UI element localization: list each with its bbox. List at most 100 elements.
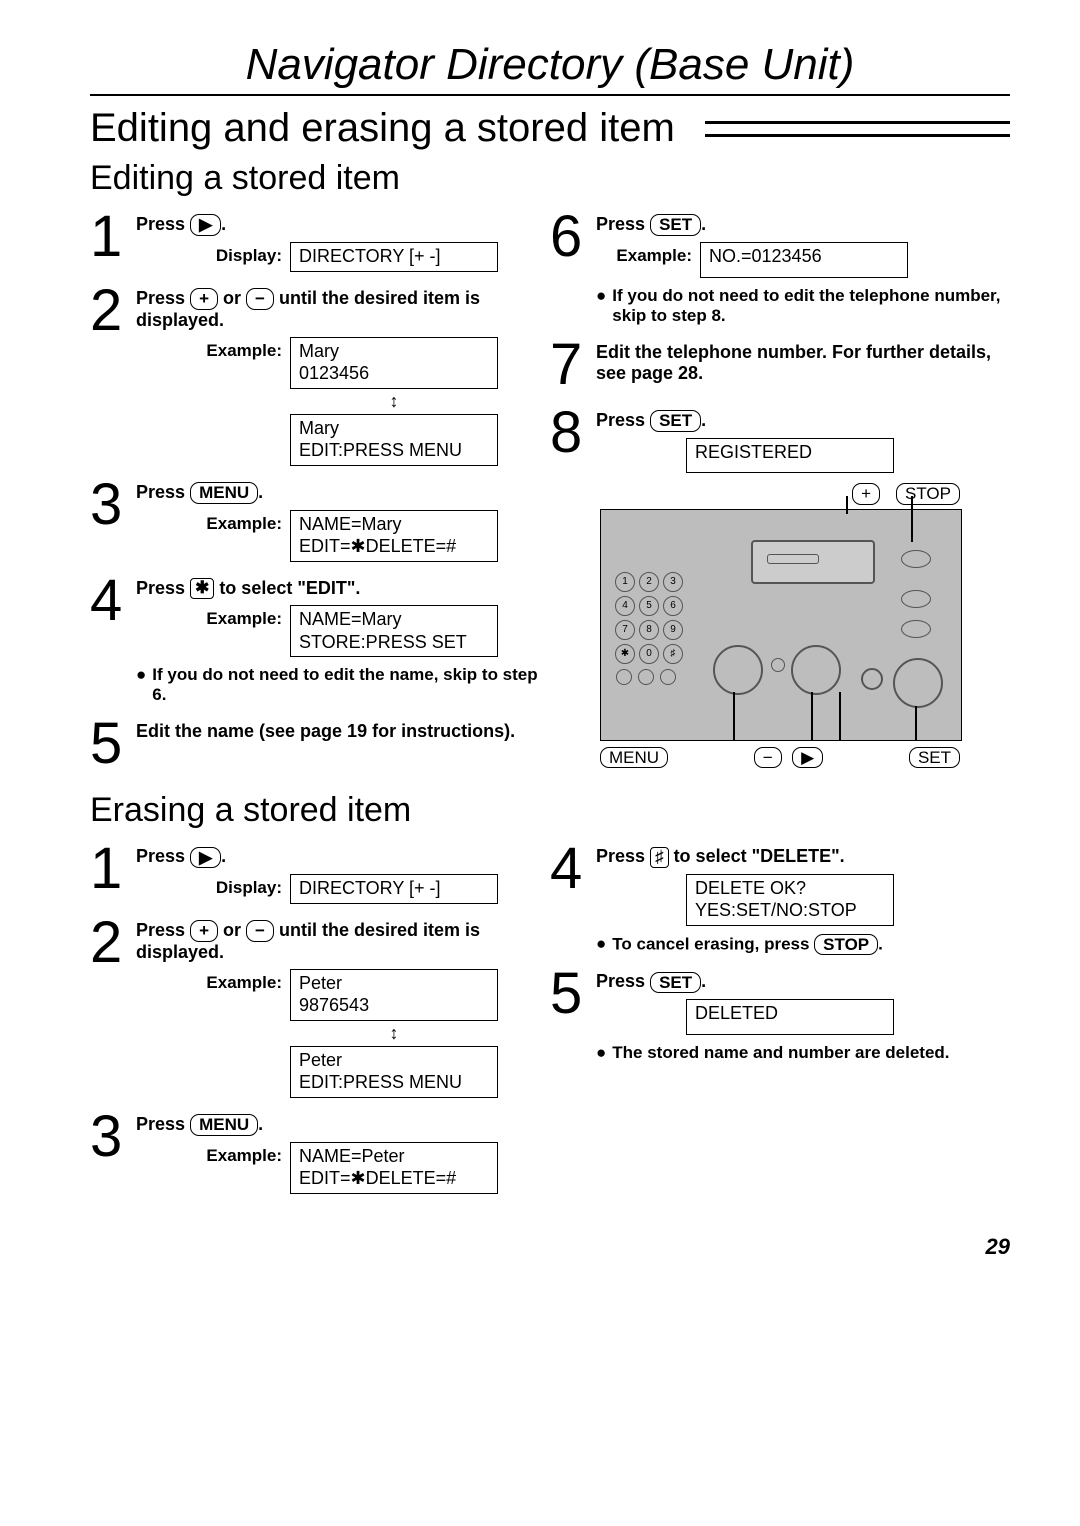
example-label: Example:: [196, 510, 290, 534]
erase-step-2: 2 Press + or − until the desired item is…: [90, 914, 550, 1098]
note: ●If you do not need to edit the name, sk…: [136, 665, 550, 705]
plus-icon: +: [190, 920, 218, 942]
step-number: 2: [90, 914, 136, 972]
play-icon: ▶: [190, 214, 221, 236]
step-text: until the desired item is displayed.: [136, 920, 480, 962]
play-icon: ▶: [190, 847, 221, 869]
display-box: NAME=MarySTORE:PRESS SET: [290, 605, 498, 657]
step-number: 7: [550, 336, 596, 394]
minus-icon: −: [246, 920, 274, 942]
example-label: Example:: [196, 337, 290, 361]
step-number: 3: [90, 476, 136, 534]
stop-key: STOP: [814, 934, 878, 956]
stop-key-label: STOP: [896, 483, 960, 505]
step-text: to select "DELETE".: [669, 846, 845, 866]
example-label: Example:: [606, 242, 700, 266]
display-box: NO.=0123456: [700, 242, 908, 278]
display-label: Display:: [196, 874, 290, 898]
step-number: 3: [90, 1108, 136, 1166]
base-unit-illustration: 123 456 789 ✱0♯: [600, 509, 962, 741]
edit-step-1: 1 Press ▶. Display: DIRECTORY [+ -]: [90, 208, 550, 272]
step-text: to select "EDIT".: [214, 578, 360, 598]
updown-arrow-icon: ↕: [290, 391, 498, 412]
edit-step-6: 6 Press SET. Example: NO.=0123456 ●If yo…: [550, 208, 1010, 326]
press-label: Press: [596, 846, 645, 866]
set-key: SET: [650, 972, 701, 994]
example-label: Example:: [196, 1142, 290, 1166]
erase-step-5: 5 Press SET. DELETED ●The stored name an…: [550, 965, 1010, 1063]
press-label: Press: [136, 288, 185, 308]
edit-step-2: 2 Press + or − until the desired item is…: [90, 282, 550, 466]
step-number: 4: [90, 572, 136, 630]
minus-key-label: −: [754, 747, 782, 769]
example-label: Example:: [196, 605, 290, 629]
erase-step-4: 4 Press ♯ to select "DELETE". DELETE OK?…: [550, 840, 1010, 955]
menu-key: MENU: [190, 1114, 258, 1136]
step-text: Edit the name (see page 19 for instructi…: [136, 721, 550, 742]
note: ●The stored name and number are deleted.: [596, 1043, 1010, 1063]
set-key: SET: [650, 410, 701, 432]
minus-icon: −: [246, 288, 274, 310]
example-label: Example:: [196, 969, 290, 993]
or-text: or: [223, 288, 241, 308]
erase-step-1: 1 Press ▶. Display: DIRECTORY [+ -]: [90, 840, 550, 904]
display-box: NAME=PeterEDIT=✱DELETE=#: [290, 1142, 498, 1194]
display-box: DIRECTORY [+ -]: [290, 874, 498, 904]
step-number: 8: [550, 404, 596, 462]
note: ●If you do not need to edit the telephon…: [596, 286, 1010, 326]
keypad: 123 456 789 ✱0♯: [613, 570, 685, 688]
display-box: REGISTERED: [686, 438, 894, 474]
erase-step-3: 3 Press MENU. Example: NAME=PeterEDIT=✱D…: [90, 1108, 550, 1194]
section-heading: Editing and erasing a stored item: [90, 106, 1010, 151]
edit-step-5: 5 Edit the name (see page 19 for instruc…: [90, 715, 550, 773]
display-box: DELETE OK?YES:SET/NO:STOP: [686, 874, 894, 926]
heading-rule: [705, 121, 1010, 137]
set-key-label: SET: [909, 747, 960, 769]
step-number: 6: [550, 208, 596, 266]
edit-step-8: 8 Press SET. REGISTERED: [550, 404, 1010, 474]
press-label: Press: [596, 410, 645, 430]
step-number: 2: [90, 282, 136, 340]
step-number: 4: [550, 840, 596, 898]
star-icon: ✱: [190, 578, 214, 599]
press-label: Press: [136, 1114, 185, 1134]
page-number: 29: [90, 1234, 1010, 1260]
updown-arrow-icon: ↕: [290, 1023, 498, 1044]
step-number: 1: [90, 840, 136, 898]
display-box: Peter9876543: [290, 969, 498, 1021]
page-title: Navigator Directory (Base Unit): [90, 40, 1010, 96]
edit-step-7: 7 Edit the telephone number. For further…: [550, 336, 1010, 394]
menu-key: MENU: [190, 482, 258, 504]
step-number: 5: [550, 965, 596, 1023]
display-box: Mary0123456: [290, 337, 498, 389]
plus-icon: +: [190, 288, 218, 310]
or-text: or: [223, 920, 241, 940]
press-label: Press: [596, 971, 645, 991]
set-key: SET: [650, 214, 701, 236]
display-box: DELETED: [686, 999, 894, 1035]
display-box: PeterEDIT:PRESS MENU: [290, 1046, 498, 1098]
press-label: Press: [136, 214, 185, 234]
edit-step-3: 3 Press MENU. Example: NAME=MaryEDIT=✱DE…: [90, 476, 550, 562]
subheading-erase: Erasing a stored item: [90, 791, 1010, 830]
step-number: 5: [90, 715, 136, 773]
display-label: Display:: [196, 242, 290, 266]
step-text: Edit the telephone number. For further d…: [596, 342, 1010, 384]
h1-text: Editing and erasing a stored item: [90, 106, 675, 151]
press-label: Press: [136, 578, 185, 598]
press-label: Press: [136, 846, 185, 866]
press-label: Press: [596, 214, 645, 234]
plus-key-label: +: [852, 483, 880, 505]
menu-key-label: MENU: [600, 747, 668, 769]
note: ● To cancel erasing, press STOP.: [596, 934, 1010, 956]
play-key-label: ▶: [792, 747, 823, 769]
step-number: 1: [90, 208, 136, 266]
hash-icon: ♯: [650, 847, 669, 868]
step-text: until the desired item is displayed.: [136, 288, 480, 330]
subheading-edit: Editing a stored item: [90, 159, 1010, 198]
display-box: NAME=MaryEDIT=✱DELETE=#: [290, 510, 498, 562]
display-box: DIRECTORY [+ -]: [290, 242, 498, 272]
press-label: Press: [136, 920, 185, 940]
edit-step-4: 4 Press ✱ to select "EDIT". Example: NAM…: [90, 572, 550, 706]
display-box: MaryEDIT:PRESS MENU: [290, 414, 498, 466]
